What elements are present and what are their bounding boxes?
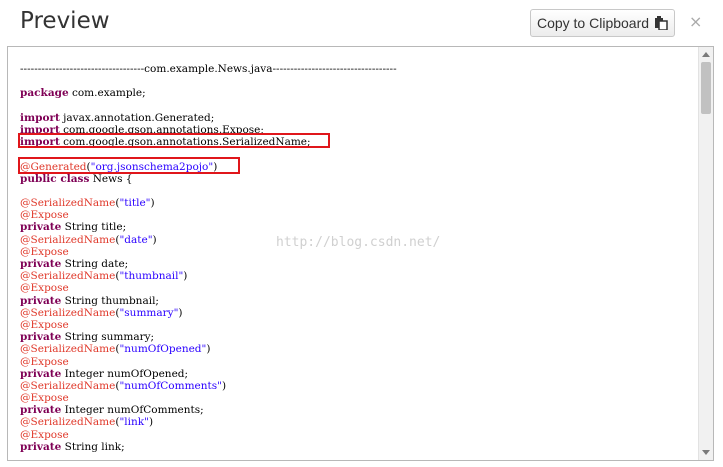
- code-token: @SerializedName: [20, 343, 116, 356]
- code-line: -----------------------------------com.e…: [20, 63, 690, 75]
- code-line: private Integer numOfOpened;: [20, 368, 690, 380]
- code-line: @Expose: [20, 209, 690, 221]
- code-line: private Integer numOfComments;: [20, 404, 690, 416]
- code-line: @Expose: [20, 282, 690, 294]
- code-token: Integer numOfOpened;: [61, 367, 189, 380]
- code-token: private: [20, 404, 62, 417]
- code-block: -----------------------------------com.e…: [20, 63, 690, 453]
- scrollbar-thumb[interactable]: [701, 62, 711, 114]
- arrow-down-icon[interactable]: [702, 450, 710, 455]
- code-token: ): [150, 197, 155, 210]
- code-line: @SerializedName("summary"): [20, 307, 690, 319]
- code-token: private: [20, 440, 62, 453]
- code-line: private String date;: [20, 258, 690, 270]
- clipboard-icon: [654, 16, 668, 31]
- code-token: ): [221, 379, 227, 392]
- code-token: ): [183, 270, 188, 283]
- code-token: ): [178, 306, 183, 319]
- code-token: @Expose: [20, 318, 69, 331]
- code-token: public class: [20, 172, 90, 185]
- code-line: @SerializedName("link"): [20, 416, 690, 428]
- code-line: package com.example;: [20, 87, 690, 99]
- code-token: News {: [89, 172, 133, 185]
- code-token: "numOfComments": [119, 379, 222, 392]
- watermark: http://blog.csdn.net/: [276, 235, 441, 250]
- dialog-header: Preview Copy to Clipboard ×: [0, 0, 723, 46]
- vertical-scrollbar[interactable]: [698, 47, 713, 460]
- code-token: "thumbnail": [119, 270, 184, 283]
- code-token: ): [152, 233, 157, 246]
- code-token: com.example;: [68, 87, 146, 100]
- arrow-up-icon[interactable]: [702, 52, 710, 57]
- code-line: private String summary;: [20, 331, 690, 343]
- code-token: "numOfOpened": [119, 343, 207, 356]
- copy-button-label: Copy to Clipboard: [536, 15, 650, 31]
- code-token: String title;: [61, 221, 127, 234]
- code-token: String date;: [61, 258, 129, 270]
- code-token: String summary;: [61, 331, 155, 344]
- code-line: private String thumbnail;: [20, 295, 690, 307]
- code-token: String link;: [61, 440, 125, 453]
- code-token: "summary": [119, 306, 179, 319]
- highlight-box-generated: [18, 157, 240, 174]
- code-token: @Expose: [20, 245, 69, 258]
- code-token: private: [20, 367, 62, 380]
- code-token: -----------------------------------com.e…: [20, 63, 397, 75]
- code-token: @SerializedName: [20, 197, 116, 210]
- copy-to-clipboard-button[interactable]: Copy to Clipboard: [530, 9, 675, 37]
- code-token: "title": [119, 197, 151, 210]
- dialog-title: Preview: [20, 8, 110, 34]
- code-line: private String link;: [20, 441, 690, 453]
- code-token: private: [20, 258, 62, 270]
- code-token: @SerializedName: [20, 306, 116, 319]
- code-token: "date": [119, 233, 153, 246]
- code-line: @Expose: [20, 392, 690, 404]
- code-token: private: [20, 331, 62, 344]
- code-line: @SerializedName("numOfComments"): [20, 380, 690, 392]
- code-token: String thumbnail;: [61, 294, 159, 307]
- code-token: private: [20, 221, 62, 234]
- code-line: private String title;: [20, 221, 690, 233]
- code-token: package: [20, 87, 69, 100]
- code-line: @SerializedName("thumbnail"): [20, 270, 690, 282]
- code-token: @SerializedName: [20, 270, 116, 283]
- code-preview-panel: -----------------------------------com.e…: [7, 46, 714, 461]
- highlight-box-import: [18, 133, 330, 148]
- code-token: Integer numOfComments;: [61, 404, 204, 417]
- code-line: @Expose: [20, 319, 690, 331]
- code-line: @Expose: [20, 356, 690, 368]
- code-line: @SerializedName("numOfOpened"): [20, 343, 690, 355]
- code-line: @SerializedName("title"): [20, 197, 690, 209]
- code-token: @SerializedName: [20, 416, 116, 429]
- code-line: import javax.annotation.Generated;: [20, 112, 690, 124]
- code-token: import: [20, 111, 60, 124]
- code-token: @Expose: [20, 209, 69, 222]
- close-icon[interactable]: ×: [689, 12, 702, 31]
- code-line: @Expose: [20, 429, 690, 441]
- code-token: @Expose: [20, 428, 69, 441]
- code-token: private: [20, 294, 62, 307]
- code-token: @Expose: [20, 355, 69, 368]
- code-token: ): [206, 343, 211, 356]
- code-token: @SerializedName: [20, 233, 116, 246]
- code-token: @SerializedName: [20, 379, 116, 392]
- code-line: public class News {: [20, 173, 690, 185]
- code-token: "link": [119, 416, 149, 429]
- code-token: @Expose: [20, 282, 69, 295]
- code-token: @Expose: [20, 392, 69, 405]
- code-token: javax.annotation.Generated;: [59, 111, 215, 124]
- code-token: ): [148, 416, 154, 429]
